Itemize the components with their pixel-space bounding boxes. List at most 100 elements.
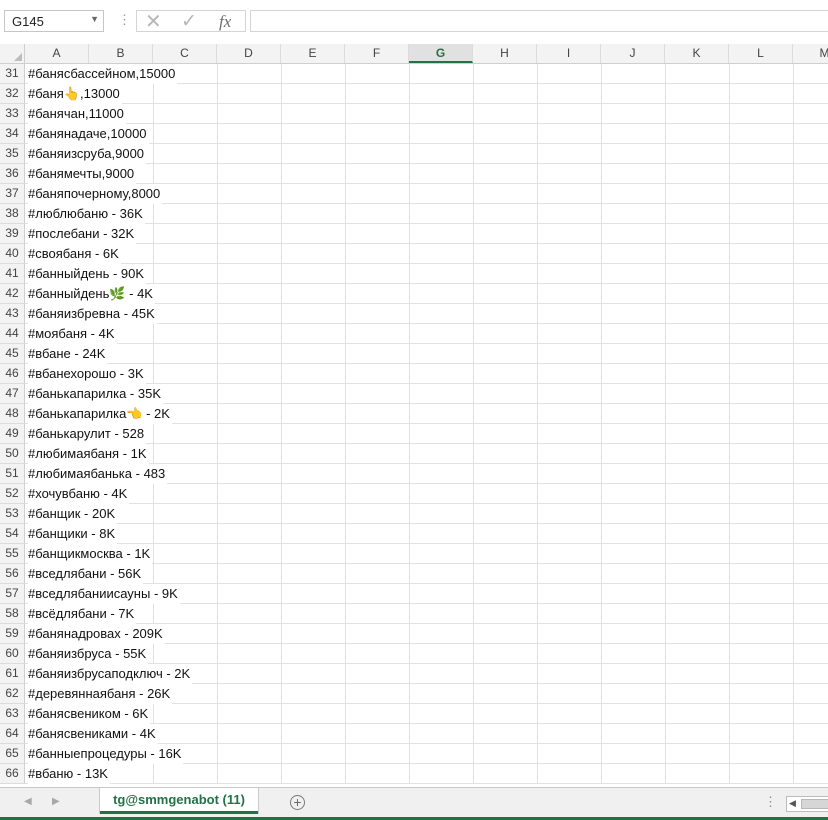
cell-a[interactable]: #банясвениками - 4K: [28, 724, 158, 744]
row-header[interactable]: 47: [0, 384, 25, 404]
row-gridlines[interactable]: [25, 84, 828, 104]
row-header[interactable]: 46: [0, 364, 25, 384]
sheet-tab-active[interactable]: tg@smmgenabot (11): [100, 788, 258, 814]
row-gridlines[interactable]: [25, 764, 828, 784]
cell-a[interactable]: #баня👆,13000: [28, 84, 122, 104]
row-header[interactable]: 42: [0, 284, 25, 304]
cell-a[interactable]: #вбанехорошо - 3K: [28, 364, 146, 384]
row-header[interactable]: 53: [0, 504, 25, 524]
cell-a[interactable]: #любимаябанька - 483: [28, 464, 168, 484]
column-header-d[interactable]: D: [217, 44, 281, 63]
row-header[interactable]: 40: [0, 244, 25, 264]
column-header-e[interactable]: E: [281, 44, 345, 63]
row-header[interactable]: 65: [0, 744, 25, 764]
row-gridlines[interactable]: [25, 484, 828, 504]
next-sheet-icon[interactable]: ▶: [52, 796, 60, 807]
column-header-a[interactable]: A: [25, 44, 89, 63]
column-header-k[interactable]: K: [665, 44, 729, 63]
cell-a[interactable]: #вбаню - 13K: [28, 764, 110, 784]
cell-a[interactable]: #банясвеником - 6K: [28, 704, 151, 724]
formula-bar-grip-icon[interactable]: ⋮: [118, 12, 131, 28]
row-header[interactable]: 34: [0, 124, 25, 144]
row-gridlines[interactable]: [25, 104, 828, 124]
row-header[interactable]: 63: [0, 704, 25, 724]
cell-a[interactable]: #вседлябани - 56K: [28, 564, 144, 584]
row-header[interactable]: 57: [0, 584, 25, 604]
row-header[interactable]: 49: [0, 424, 25, 444]
cell-a[interactable]: #банщикмосква - 1K: [28, 544, 153, 564]
row-header[interactable]: 51: [0, 464, 25, 484]
row-header[interactable]: 31: [0, 64, 25, 84]
column-header-j[interactable]: J: [601, 44, 665, 63]
cell-a[interactable]: #банныйдень🌿 - 4K: [28, 284, 155, 304]
row-header[interactable]: 38: [0, 204, 25, 224]
cell-a[interactable]: #банянадаче,10000: [28, 124, 149, 144]
row-header[interactable]: 44: [0, 324, 25, 344]
cell-a[interactable]: #баняпочерному,8000: [28, 184, 163, 204]
row-header[interactable]: 33: [0, 104, 25, 124]
column-header-g[interactable]: G: [409, 44, 473, 63]
column-header-b[interactable]: B: [89, 44, 153, 63]
cell-a[interactable]: #люблюбаню - 36K: [28, 204, 145, 224]
row-gridlines[interactable]: [25, 204, 828, 224]
cell-a[interactable]: #вбане - 24K: [28, 344, 108, 364]
cell-a[interactable]: #своябаня - 6K: [28, 244, 121, 264]
row-gridlines[interactable]: [25, 564, 828, 584]
cell-a[interactable]: #баняизбруса - 55K: [28, 644, 149, 664]
cell-a[interactable]: #банянадровах - 209K: [28, 624, 165, 644]
row-header[interactable]: 41: [0, 264, 25, 284]
cell-a[interactable]: #банныйдень - 90K: [28, 264, 147, 284]
column-header-c[interactable]: C: [153, 44, 217, 63]
select-all-button[interactable]: [0, 44, 25, 63]
insert-function-icon[interactable]: fx: [219, 12, 231, 32]
row-gridlines[interactable]: [25, 504, 828, 524]
row-header[interactable]: 64: [0, 724, 25, 744]
row-header[interactable]: 37: [0, 184, 25, 204]
row-gridlines[interactable]: [25, 324, 828, 344]
scroll-left-icon[interactable]: ◀: [789, 798, 796, 809]
row-header[interactable]: 54: [0, 524, 25, 544]
tab-splitter-icon[interactable]: ⋮: [764, 794, 777, 810]
cell-a[interactable]: #моябаня - 4K: [28, 324, 117, 344]
cell-a[interactable]: #банясбассейном,15000: [28, 64, 178, 84]
cell-a[interactable]: #банныепроцедуры - 16K: [28, 744, 184, 764]
row-gridlines[interactable]: [25, 164, 828, 184]
row-header[interactable]: 59: [0, 624, 25, 644]
cell-a[interactable]: #баняизсруба,9000: [28, 144, 147, 164]
row-header[interactable]: 61: [0, 664, 25, 684]
row-header[interactable]: 36: [0, 164, 25, 184]
row-header[interactable]: 58: [0, 604, 25, 624]
column-header-m[interactable]: M: [793, 44, 828, 63]
row-header[interactable]: 62: [0, 684, 25, 704]
cell-a[interactable]: #всёдлябани - 7K: [28, 604, 137, 624]
cell-a[interactable]: #баняизбревна - 45K: [28, 304, 157, 324]
cell-a[interactable]: #послебани - 32K: [28, 224, 137, 244]
row-header[interactable]: 52: [0, 484, 25, 504]
cell-a[interactable]: #баняизбрусаподключ - 2K: [28, 664, 193, 684]
cell-a[interactable]: #банямечты,9000: [28, 164, 137, 184]
cell-a[interactable]: #хочувбаню - 4K: [28, 484, 130, 504]
column-header-i[interactable]: I: [537, 44, 601, 63]
cell-a[interactable]: #любимаябаня - 1K: [28, 444, 149, 464]
column-header-h[interactable]: H: [473, 44, 537, 63]
cell-a[interactable]: #банячан,11000: [28, 104, 126, 124]
cell-a[interactable]: #вседлябаниисауны - 9K: [28, 584, 180, 604]
cancel-icon[interactable]: ✕: [145, 9, 162, 34]
row-gridlines[interactable]: [25, 224, 828, 244]
cell-a[interactable]: #банщики - 8K: [28, 524, 118, 544]
cell-a[interactable]: #банщик - 20K: [28, 504, 118, 524]
row-header[interactable]: 56: [0, 564, 25, 584]
cell-a[interactable]: #банькапарилка - 35K: [28, 384, 163, 404]
row-header[interactable]: 39: [0, 224, 25, 244]
row-header[interactable]: 48: [0, 404, 25, 424]
chevron-down-icon[interactable]: ▼: [90, 14, 99, 24]
row-gridlines[interactable]: [25, 244, 828, 264]
row-gridlines[interactable]: [25, 344, 828, 364]
scrollbar-thumb[interactable]: [801, 799, 828, 809]
name-box[interactable]: G145 ▼: [4, 10, 104, 32]
row-header[interactable]: 35: [0, 144, 25, 164]
row-header[interactable]: 55: [0, 544, 25, 564]
previous-sheet-icon[interactable]: ◀: [24, 796, 32, 807]
cell-a[interactable]: #банькарулит - 528: [28, 424, 147, 444]
row-gridlines[interactable]: [25, 604, 828, 624]
